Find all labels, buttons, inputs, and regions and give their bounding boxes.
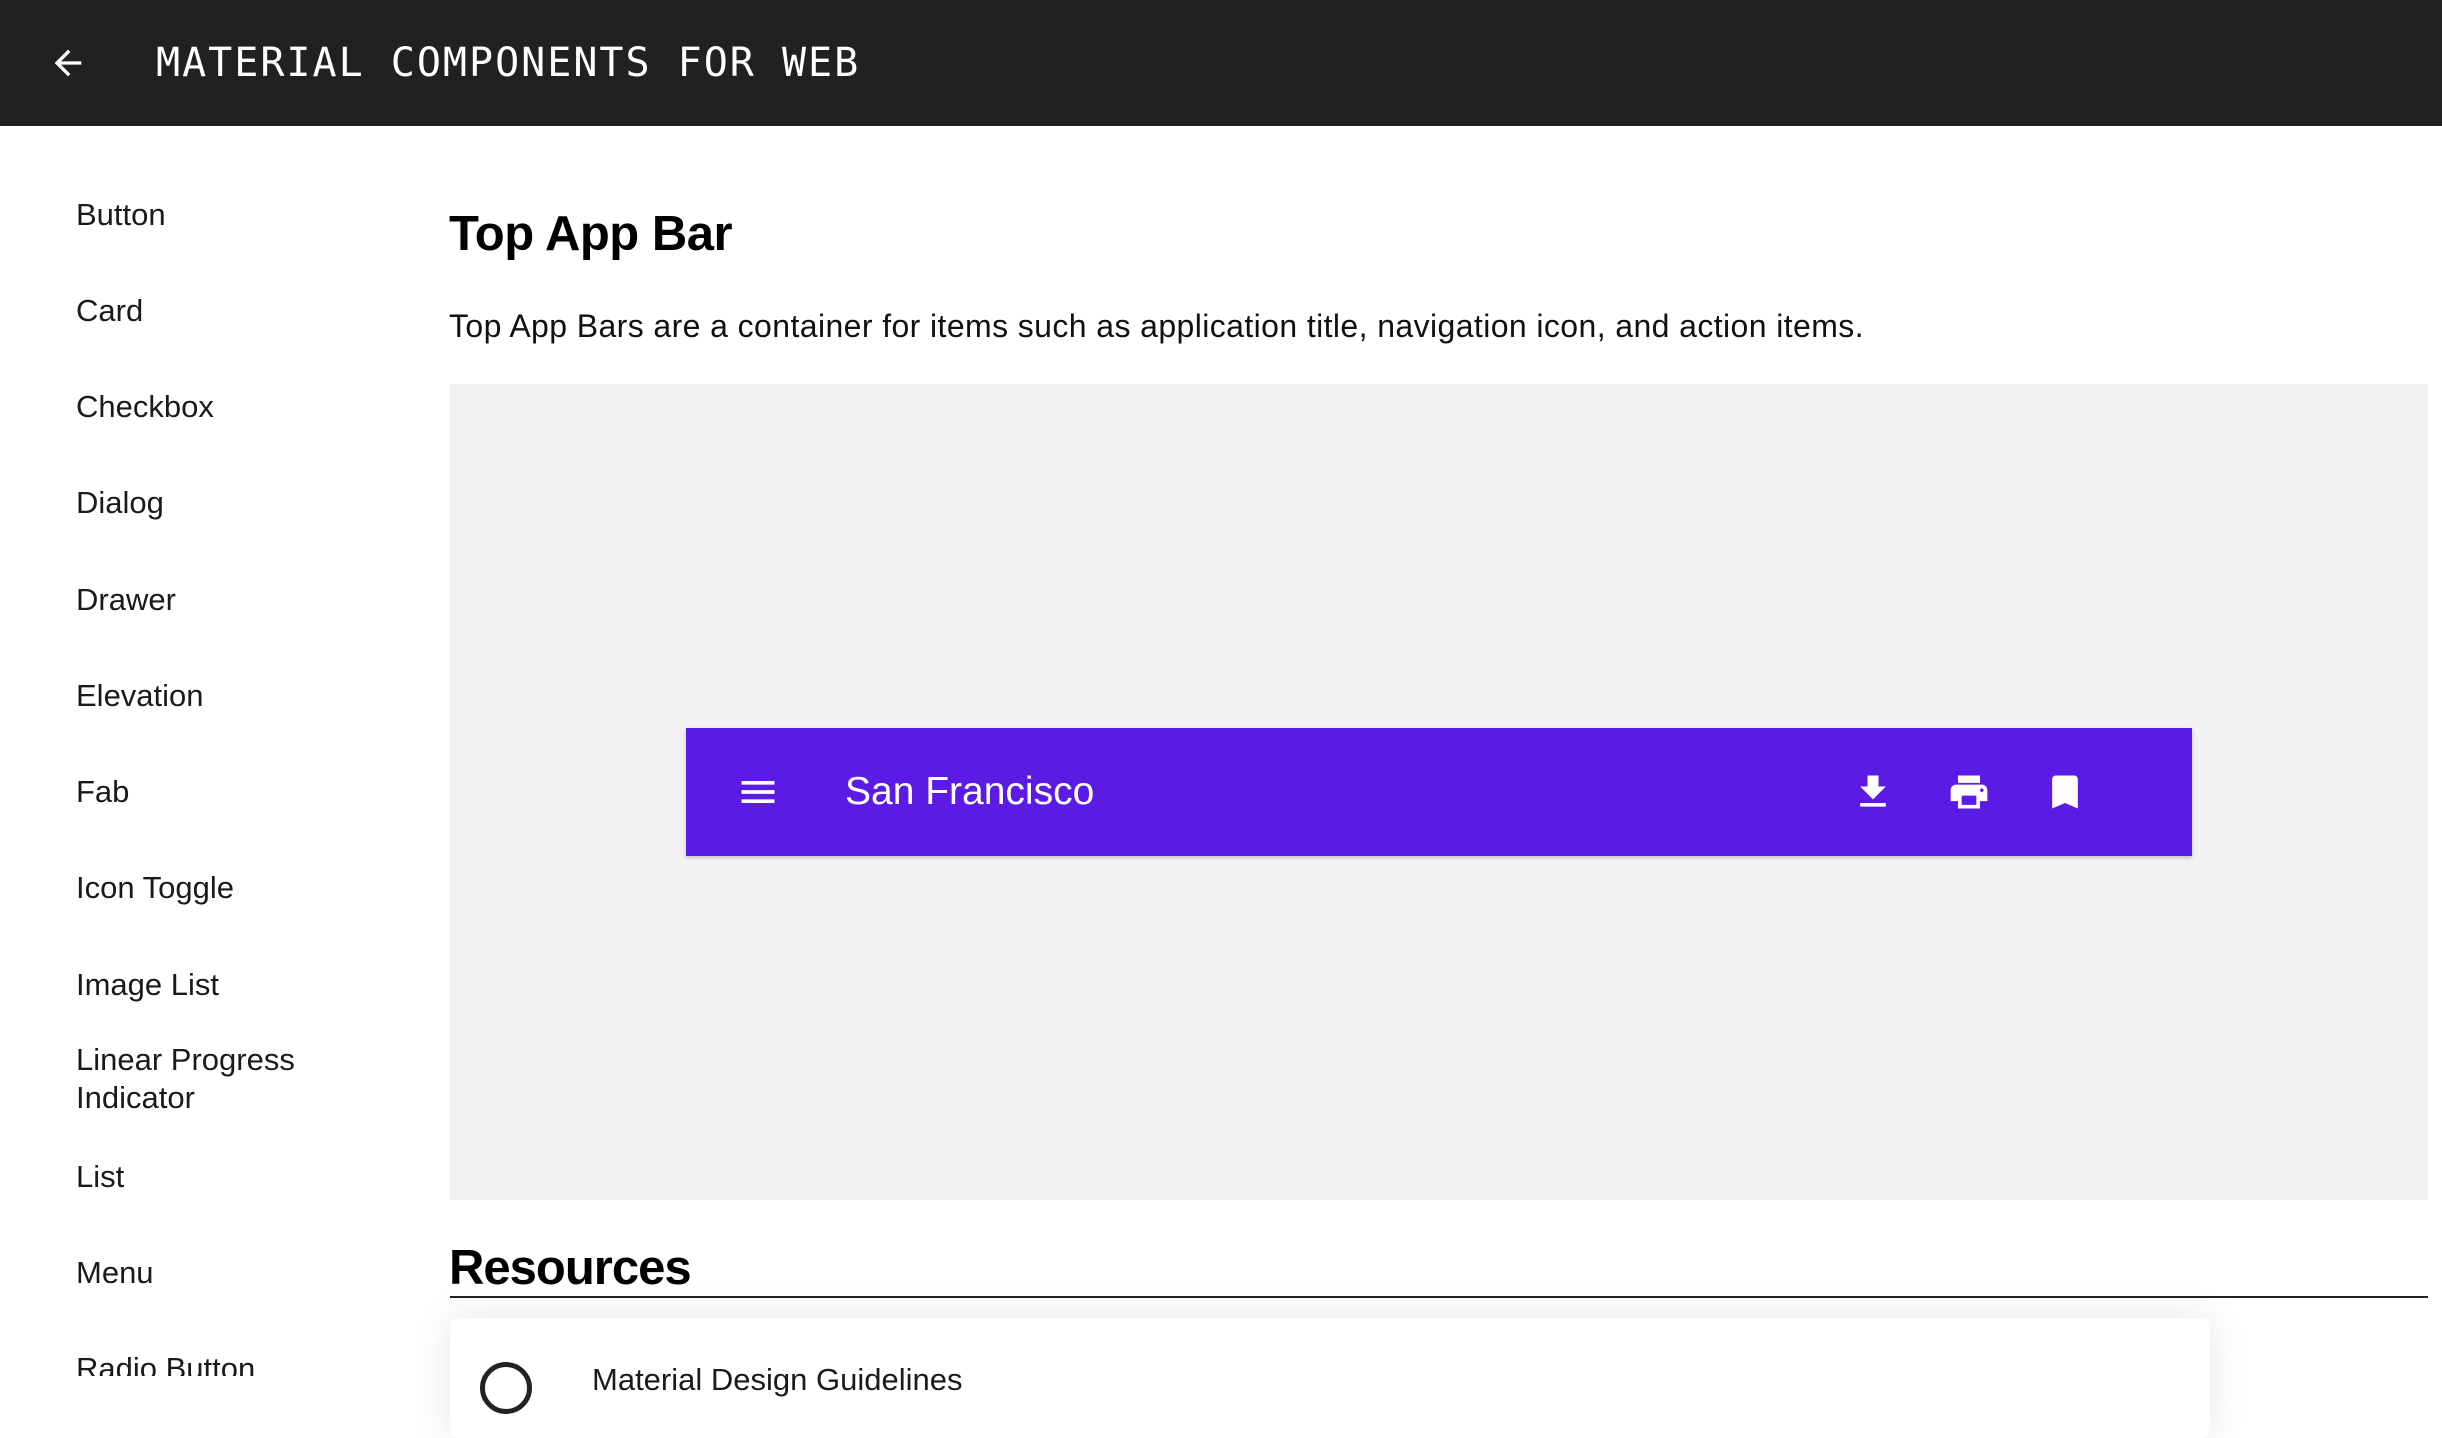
sidebar-item-card[interactable]: Card (76, 292, 396, 330)
sidebar-item-menu[interactable]: Menu (76, 1254, 396, 1292)
resources-heading: Resources (449, 1241, 692, 1295)
sidebar-item-list[interactable]: List (76, 1158, 396, 1196)
app-title: MATERIAL COMPONENTS FOR WEB (156, 40, 861, 86)
sidebar-item-icon-toggle[interactable]: Icon Toggle (76, 869, 396, 907)
sidebar-item-radio-button[interactable]: Radio Button (76, 1350, 396, 1376)
sidebar-item-fab[interactable]: Fab (76, 773, 396, 811)
resources-divider (450, 1296, 2428, 1298)
sidebar-item-image-list[interactable]: Image List (76, 966, 396, 1004)
demo-area: San Francisco (450, 384, 2428, 1200)
page-description: Top App Bars are a container for items s… (449, 308, 1864, 344)
sidebar-item-dialog[interactable]: Dialog (76, 484, 396, 522)
sidebar-item-linear-progress-indicator[interactable]: Linear Progress Indicator (76, 1041, 376, 1117)
menu-icon (741, 781, 775, 803)
download-button[interactable] (1841, 760, 1905, 824)
top-app-bar-demo: San Francisco (686, 728, 2192, 856)
menu-button[interactable] (726, 760, 790, 824)
back-button[interactable] (42, 33, 94, 93)
arrow-back-icon (54, 49, 82, 77)
sidebar-item-elevation[interactable]: Elevation (76, 677, 396, 715)
component-nav: Button Card Checkbox Dialog Drawer Eleva… (0, 126, 420, 1376)
print-button[interactable] (1937, 760, 2001, 824)
bookmark-icon (2052, 775, 2078, 809)
sidebar-item-drawer[interactable]: Drawer (76, 581, 396, 619)
download-icon (1860, 775, 1886, 807)
resource-link-guidelines[interactable]: Material Design Guidelines (592, 1360, 962, 1400)
sidebar-item-checkbox[interactable]: Checkbox (76, 388, 396, 426)
print-icon (1950, 775, 1988, 809)
material-design-icon (480, 1362, 532, 1414)
page-title: Top App Bar (449, 207, 733, 261)
bookmark-button[interactable] (2033, 760, 2097, 824)
app-header: MATERIAL COMPONENTS FOR WEB (0, 0, 2442, 126)
top-app-bar-title: San Francisco (845, 770, 1095, 813)
sidebar-item-button[interactable]: Button (76, 196, 396, 234)
